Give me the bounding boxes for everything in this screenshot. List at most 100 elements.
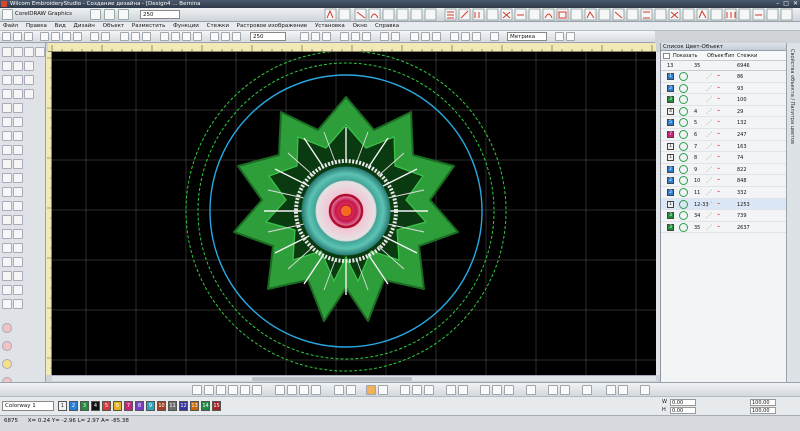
branching-button[interactable] (410, 32, 419, 41)
stitch-edit-button[interactable] (192, 385, 202, 395)
menu-window[interactable]: Окно (350, 22, 371, 31)
freehand-tool[interactable] (13, 285, 23, 295)
density-button[interactable] (287, 385, 297, 395)
column-a-tool[interactable] (24, 75, 34, 85)
stipple-button[interactable] (548, 385, 558, 395)
auto-fabric-button[interactable] (275, 385, 285, 395)
menu-functions[interactable]: Функции (170, 22, 202, 31)
color-sequence-button[interactable] (366, 385, 376, 395)
show-bitmap-button[interactable] (193, 32, 202, 41)
palette-swatch[interactable]: 10 (157, 401, 166, 411)
panel-show-label[interactable]: Показать (673, 53, 698, 59)
open-file-button[interactable] (13, 32, 22, 41)
align-left-tool[interactable] (2, 229, 12, 239)
reshape-tool[interactable] (24, 47, 34, 57)
palette-swatch[interactable]: 5 (102, 401, 111, 411)
rectangle-tool[interactable] (2, 61, 12, 71)
lock-tool[interactable] (2, 257, 12, 267)
scale-width-field[interactable]: 100.00 (750, 399, 776, 406)
motif-tool[interactable] (2, 145, 12, 155)
options-button[interactable] (555, 32, 564, 41)
ellipse-tool[interactable] (13, 61, 23, 71)
sequin-tool[interactable] (13, 159, 23, 169)
palette-swatch[interactable]: 4 (91, 401, 100, 411)
color-chip[interactable]: 7 (667, 130, 674, 138)
knife-tool[interactable] (35, 47, 45, 57)
palette-swatch[interactable]: 1 (58, 401, 67, 411)
height-field[interactable]: 0.00 (670, 407, 696, 414)
zoom-box-button[interactable] (142, 32, 151, 41)
palette-swatch[interactable]: 2 (69, 401, 78, 411)
menu-object[interactable]: Объект (100, 22, 128, 31)
curve-button[interactable] (606, 385, 616, 395)
stitch-angle-tool[interactable] (2, 215, 12, 225)
polygon-tool[interactable] (24, 61, 34, 71)
menu-design[interactable]: Дизайн (71, 22, 98, 31)
fractal-button[interactable] (640, 385, 650, 395)
side-tab-label[interactable]: Свойства объекта / Палитра цветов (789, 49, 795, 144)
object-list-row[interactable]: 5 5 ⋰ ⌁ 132 (661, 117, 786, 129)
menu-setup[interactable]: Установка (312, 22, 348, 31)
show-grid-button[interactable] (160, 32, 169, 41)
ribbon-tool-icons[interactable] (0, 8, 800, 22)
menu-help[interactable]: Справка (372, 22, 402, 31)
object-list-row[interactable]: 2 ⋰ ⌁ 93 (661, 83, 786, 95)
polygon-select-tool[interactable] (13, 47, 23, 57)
turning-fill-tool[interactable] (24, 89, 34, 99)
carving-button[interactable] (582, 385, 592, 395)
ungroup-tool[interactable] (13, 243, 23, 253)
digitize-open-tool[interactable] (2, 75, 12, 85)
scale-height-field[interactable]: 100.00 (750, 407, 776, 414)
satin-tool[interactable] (2, 131, 12, 141)
object-list-row[interactable]: 3 34 ⋰ ⌁ 739 (661, 210, 786, 222)
save-file-button[interactable] (24, 32, 33, 41)
object-list-row[interactable]: 7 6 ⋰ ⌁ 247 (661, 129, 786, 141)
unlock-tool[interactable] (13, 257, 23, 267)
color-chip[interactable]: 5 (667, 119, 674, 127)
menu-file[interactable]: Файл (0, 22, 21, 31)
run-button[interactable] (351, 32, 360, 41)
color-chip[interactable]: 3 (667, 223, 674, 231)
triple-run-button[interactable] (362, 32, 371, 41)
object-list-row[interactable]: 1 7 ⋰ ⌁ 163 (661, 141, 786, 153)
cross-stitch-tool[interactable] (13, 145, 23, 155)
palette-swatch[interactable]: 14 (201, 401, 210, 411)
pattern-fill-button[interactable] (480, 385, 490, 395)
palette-swatch[interactable]: 12 (179, 401, 188, 411)
trim-icon[interactable] (2, 359, 12, 369)
motif-run-button[interactable] (526, 385, 536, 395)
menu-arrange[interactable]: Разместить (129, 22, 168, 31)
contour-button[interactable] (504, 385, 514, 395)
maximize-button[interactable]: □ (783, 0, 789, 8)
show-hoop-button[interactable] (171, 32, 180, 41)
sculpture-button[interactable] (560, 385, 570, 395)
travel-button[interactable] (450, 32, 459, 41)
tie-in-button[interactable] (412, 385, 422, 395)
color-chip[interactable]: 1 (667, 200, 674, 208)
tie-off-button[interactable] (424, 385, 434, 395)
color-chip[interactable]: 4 (667, 107, 674, 115)
tatami-button[interactable] (340, 32, 349, 41)
object-list-row[interactable]: 1 ⋰ ⌁ 86 (661, 71, 786, 83)
color-chip[interactable]: 3 (667, 212, 674, 220)
units-select[interactable]: Метрика (507, 32, 547, 41)
zoom-out-button[interactable] (131, 32, 140, 41)
color-change-icon[interactable] (2, 341, 12, 351)
color-chip[interactable]: 1 (667, 142, 674, 150)
menu-view[interactable]: Вид (52, 22, 69, 31)
color-chip[interactable]: 1 (667, 73, 674, 80)
palette-swatch[interactable]: 3 (80, 401, 89, 411)
palette-swatch[interactable]: 9 (146, 401, 155, 411)
spacing-button[interactable] (299, 385, 309, 395)
object-list-row[interactable]: 1 8 ⋰ ⌁ 74 (661, 152, 786, 164)
menu-stitches[interactable]: Стежки (204, 22, 232, 31)
appliqué-button[interactable] (380, 32, 389, 41)
start-stop-button[interactable] (216, 385, 226, 395)
close-button[interactable]: ✕ (793, 0, 798, 8)
color-chip[interactable]: 1 (667, 154, 674, 162)
fill-type-button[interactable] (300, 32, 309, 41)
paste-button[interactable] (73, 32, 82, 41)
slow-redraw-button[interactable] (472, 32, 481, 41)
line-button[interactable] (618, 385, 628, 395)
select-arrow-tool[interactable] (2, 47, 12, 57)
